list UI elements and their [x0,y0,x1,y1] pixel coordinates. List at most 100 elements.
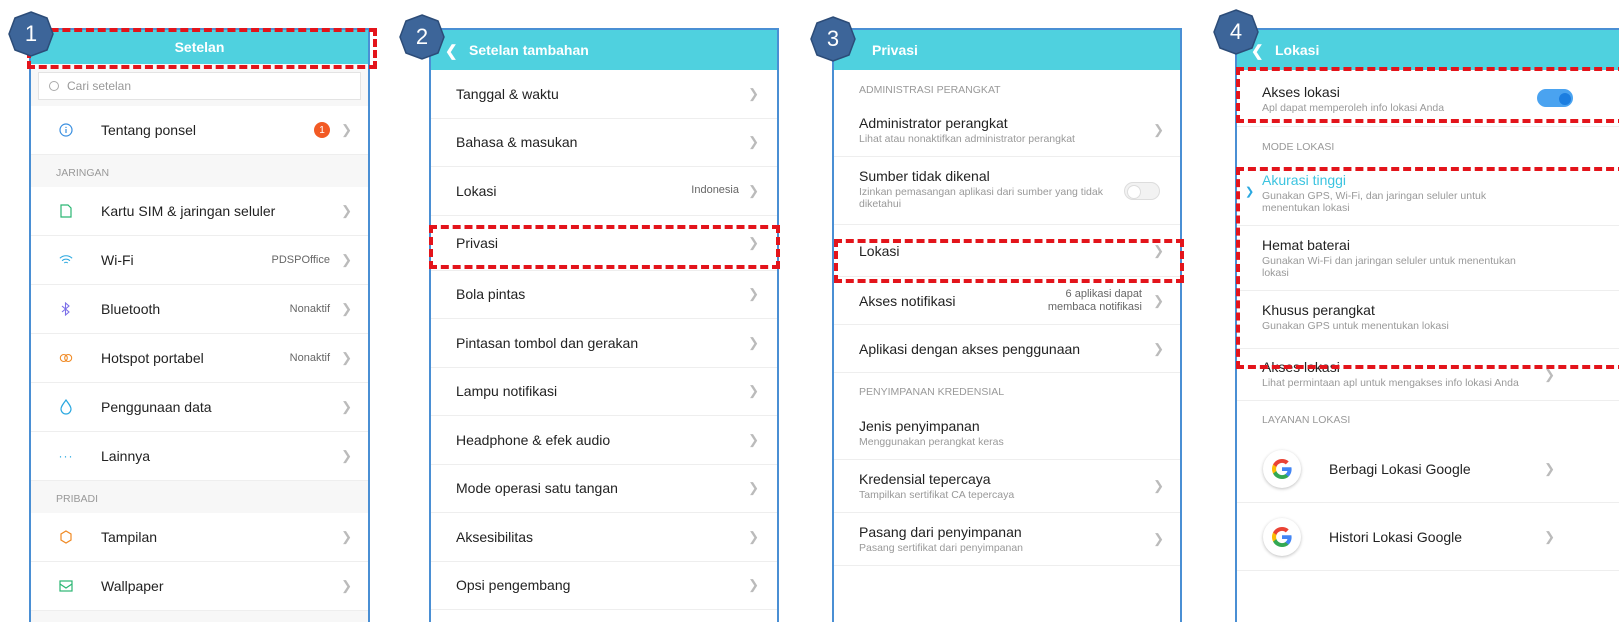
settings-item-label: Akses notifikasi [859,292,956,309]
chevron-right-icon: ❯ [341,399,352,414]
item-subtitle: Menggunakan perangkat keras [859,436,1004,448]
search-placeholder: Cari setelan [67,79,132,93]
settings-item-label: Headphone & efek audio [456,431,611,448]
privacy-panel: Privasi ADMINISTRASI PERANGKAT Administr… [832,28,1182,622]
section-header-location-services: LAYANAN LOKASI [1262,414,1351,426]
location-mode-high-accuracy[interactable]: ❯ Akurasi tinggi Gunakan GPS, Wi-Fi, dan… [1237,161,1619,226]
settings-item-sim[interactable]: Kartu SIM & jaringan seluler ❯ [31,187,368,236]
sim-card-icon [59,204,73,218]
settings-item-date-time[interactable]: Tanggal & waktu ❯ [431,70,777,119]
settings-item-label: Lainnya [101,448,151,464]
chevron-right-icon: ❯ [1153,531,1164,546]
chevron-right-icon: ❯ [748,480,759,496]
location-access-toggle[interactable] [1537,89,1573,107]
notification-access-value: 6 aplikasi dapat membaca notifikasi [1048,288,1142,314]
item-subtitle: Pasang sertifikat dari penyimpanan [859,542,1024,554]
back-icon[interactable]: ❮ [445,42,458,60]
google-icon [1263,517,1301,556]
settings-item-storage-type[interactable]: Jenis penyimpanan Menggunakan perangkat … [834,407,1180,460]
page-title: Setelan tambahan [469,42,589,58]
settings-item-developer[interactable]: Opsi pengembang ❯ [431,562,777,610]
settings-item-notification-access[interactable]: Akses notifikasi 6 aplikasi dapat membac… [834,277,1180,325]
page-title: Lokasi [1275,42,1320,58]
chevron-right-icon: ❯ [341,122,352,137]
section-header-credential-storage: PENYIMPANAN KREDENSIAL [859,386,1005,398]
item-title: Administrator perangkat [859,115,1008,131]
chevron-right-icon: ❯ [1153,340,1164,356]
info-icon [59,123,73,137]
hotspot-status: Nonaktif [289,351,330,364]
chevron-right-icon: ❯ [748,383,759,399]
chevron-right-icon: ❯ [748,182,759,198]
settings-item-label: Opsi pengembang [456,577,571,594]
settings-item-wifi[interactable]: Wi-Fi PDSPOffice ❯ [31,236,368,285]
settings-item-notification-light[interactable]: Lampu notifikasi ❯ [431,368,777,416]
item-title: Akses lokasi [1262,84,1340,100]
unknown-sources-toggle[interactable] [1124,181,1160,200]
item-title: Jenis penyimpanan [859,418,980,434]
settings-item-language[interactable]: Bahasa & masukan ❯ [431,119,777,167]
settings-item-headphone[interactable]: Headphone & efek audio ❯ [431,416,777,465]
settings-item-display[interactable]: Tampilan ❯ [31,513,368,562]
more-icon: ··· [58,449,74,463]
settings-item-device-admin[interactable]: Administrator perangkat Lihat atau nonak… [834,104,1180,157]
settings-item-data-usage[interactable]: Penggunaan data ❯ [31,383,368,432]
section-header-personal: PRIBADI [56,493,99,505]
item-title: Pasang dari penyimpanan [859,524,1022,540]
settings-item-privacy[interactable]: Privasi ❯ [431,216,777,271]
chevron-right-icon: ❯ [1544,460,1555,476]
settings-item-label: Wi-Fi [101,252,134,268]
settings-item-trusted-credentials[interactable]: Kredensial tepercaya Tampilkan sertifika… [834,460,1180,513]
wifi-network-name: PDSPOffice [271,253,331,266]
settings-item-install-from-storage[interactable]: Pasang dari penyimpanan Pasang sertifika… [834,513,1180,566]
location-mode-battery-saving[interactable]: Hemat baterai Gunakan Wi-Fi dan jaringan… [1237,226,1619,291]
chevron-right-icon: ❯ [748,85,759,101]
settings-item-unknown-sources[interactable]: Sumber tidak dikenal Izinkan pemasangan … [834,157,1180,225]
notification-badge: 1 [314,122,330,138]
settings-item-label: Berbagi Lokasi Google [1329,460,1471,477]
item-subtitle: Gunakan GPS, Wi-Fi, dan jaringan seluler… [1262,190,1487,214]
step-badge: 3 [810,16,856,62]
settings-item-location[interactable]: Lokasi ❯ [834,225,1180,277]
wallpaper-icon [59,579,73,593]
item-title: Hemat baterai [1262,237,1350,253]
item-title: Sumber tidak dikenal [859,168,990,184]
settings-item-label: Lampu notifikasi [456,383,558,400]
location-requests-row[interactable]: Akses lokasi Lihat permintaan apl untuk … [1237,349,1619,401]
settings-item-bluetooth[interactable]: Bluetooth Nonaktif ❯ [31,285,368,334]
settings-item-one-hand[interactable]: Mode operasi satu tangan ❯ [431,465,777,513]
item-subtitle: Gunakan GPS untuk menentukan lokasi [1262,320,1449,332]
chevron-right-icon: ❯ [341,252,352,267]
settings-item-label: Tampilan [101,529,158,545]
settings-item-about-phone[interactable]: Tentang ponsel 1 ❯ [31,106,368,155]
location-service-history[interactable]: Histori Lokasi Google ❯ [1237,503,1619,571]
settings-item-label: Mode operasi satu tangan [456,480,618,497]
settings-item-label: Histori Lokasi Google [1329,528,1463,545]
privacy-title-bar: Privasi [834,30,1180,70]
settings-item-hotspot[interactable]: Hotspot portabel Nonaktif ❯ [31,334,368,383]
settings-item-label: Aksesibilitas [456,528,534,545]
search-input[interactable]: Cari setelan [38,72,361,100]
settings-item-usage-access[interactable]: Aplikasi dengan akses penggunaan ❯ [834,325,1180,373]
settings-item-label: Kartu SIM & jaringan seluler [101,203,276,219]
settings-item-wallpaper[interactable]: Wallpaper ❯ [31,562,368,611]
item-subtitle: Apl dapat memperoleh info lokasi Anda [1262,102,1445,114]
settings-item-accessibility[interactable]: Aksesibilitas ❯ [431,513,777,562]
chevron-right-icon: ❯ [748,528,759,544]
location-service-sharing[interactable]: Berbagi Lokasi Google ❯ [1237,435,1619,503]
settings-item-location[interactable]: Lokasi Indonesia ❯ [431,167,777,216]
hotspot-icon [59,351,73,365]
settings-item-quick-ball[interactable]: Bola pintas ❯ [431,271,777,319]
step-badge: 2 [399,14,445,60]
location-mode-device-only[interactable]: Khusus perangkat Gunakan GPS untuk menen… [1237,291,1619,349]
settings-item-label: Privasi [456,234,499,251]
location-access-row[interactable]: Akses lokasi Apl dapat memperoleh info l… [1237,70,1619,127]
chevron-right-icon: ❯ [1153,122,1164,137]
settings-item-button-shortcuts[interactable]: Pintasan tombol dan gerakan ❯ [431,319,777,368]
settings-item-more[interactable]: ··· Lainnya ❯ [31,432,368,481]
item-subtitle: Tampilkan sertifikat CA tepercaya [859,489,1015,501]
item-title: Kredensial tepercaya [859,471,991,487]
item-subtitle: Lihat atau nonaktifkan administrator per… [859,133,1075,145]
item-title: Akses lokasi [1262,359,1340,375]
step-number: 2 [415,24,429,49]
